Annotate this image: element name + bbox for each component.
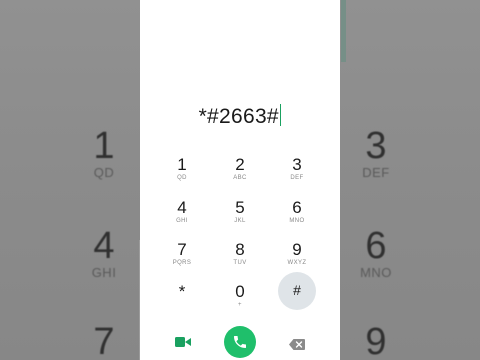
key-4[interactable]: 4 GHI (162, 193, 202, 233)
video-call-button[interactable] (175, 335, 191, 347)
dialed-number-field[interactable]: *#2663# (140, 104, 340, 129)
key-8[interactable]: 8 TUV (220, 235, 260, 275)
key-digit: 1 (177, 155, 187, 174)
backspace-button[interactable] (289, 337, 305, 350)
background-key-1: 1 QD (93, 125, 115, 180)
key-digit: 5 (235, 198, 245, 217)
background-accent-strip (341, 0, 346, 62)
key-letters: + (238, 302, 242, 308)
key-letters: TUV (233, 260, 247, 266)
key-letters: PQRS (172, 260, 192, 266)
key-letters: DEF (290, 175, 304, 181)
key-5[interactable]: 5 JKL (220, 193, 260, 233)
key-3[interactable]: 3 DEF (277, 150, 317, 190)
key-digit: * (178, 282, 186, 301)
text-cursor (279, 104, 282, 126)
dialer-screen: *#2663# 1 QD 2 ABC 3 DEF 4 GHI 5 JKL 6 M… (140, 0, 340, 360)
key-letters: ABC (233, 175, 247, 181)
background-left-panel: 1 QD 4 GHI 7 (0, 0, 140, 360)
backspace-icon (289, 339, 305, 350)
key-letters: MNO (289, 218, 305, 224)
key-letters: JKL (234, 218, 246, 224)
key-digit: 3 (292, 155, 302, 174)
key-digit: 4 (177, 198, 187, 217)
key-0[interactable]: 0 + (220, 277, 260, 317)
key-digit: 2 (235, 155, 245, 174)
key-digit: # (293, 282, 301, 298)
background-right-panel: 3 DEF 6 MNO 9 (340, 0, 480, 360)
key-letters: WXYZ (287, 260, 307, 266)
key-digit: 7 (177, 240, 187, 259)
key-digit: 6 (292, 198, 302, 217)
background-key-7: 7 (93, 321, 115, 360)
phone-icon (234, 336, 246, 348)
video-call-icon (175, 337, 191, 347)
key-letters: QD (177, 175, 187, 181)
background-key-6: 6 MNO (360, 225, 392, 280)
key-7[interactable]: 7 PQRS (162, 235, 202, 275)
key-6[interactable]: 6 MNO (277, 193, 317, 233)
dialed-number-text: *#2663# (198, 105, 279, 128)
key-hash[interactable]: # (278, 272, 316, 310)
background-key-9: 9 (365, 321, 387, 360)
key-star[interactable]: * (162, 277, 202, 317)
background-key-4: 4 GHI (91, 225, 117, 280)
key-digit: 0 (235, 282, 245, 301)
key-2[interactable]: 2 ABC (220, 150, 260, 190)
key-1[interactable]: 1 QD (162, 150, 202, 190)
background-key-3: 3 DEF (362, 125, 390, 180)
call-button[interactable] (224, 326, 256, 358)
key-digit: 9 (292, 240, 302, 259)
key-9[interactable]: 9 WXYZ (277, 235, 317, 275)
key-digit: 8 (235, 240, 245, 259)
key-letters: GHI (176, 218, 188, 224)
